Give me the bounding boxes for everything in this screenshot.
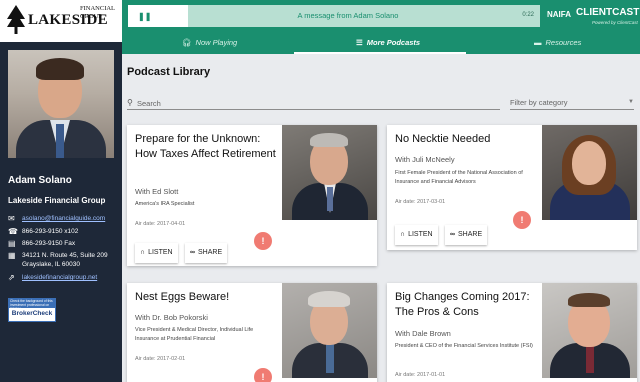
logo-small-text: FINANCIAL GROUP (80, 5, 115, 21)
caret-down-icon: ▼ (628, 99, 634, 105)
logo-small-line1: FINANCIAL (80, 5, 116, 12)
podcast-guest: With Juli McNeely (395, 155, 455, 164)
share-button[interactable]: ∞ SHARE (445, 225, 488, 245)
tab-resources[interactable]: ▬ Resources (534, 34, 581, 54)
nav-tabs: 🎧︎ Now Playing ☰ More Podcasts ▬ Resources (122, 34, 640, 54)
info-button[interactable]: ! (254, 232, 272, 250)
tree-icon (7, 5, 25, 34)
tab-more-podcasts[interactable]: ☰ More Podcasts (356, 34, 420, 54)
podcast-title: Prepare for the Unknown: How Taxes Affec… (135, 133, 276, 160)
podcast-title: Nest Eggs Beware! (135, 291, 230, 303)
share-label: SHARE (458, 231, 483, 238)
pause-icon: ❚❚ (138, 12, 152, 21)
headphones-icon: 🎧︎ (182, 38, 192, 47)
envelope-icon: ✉ (8, 214, 15, 223)
external-link-icon: ⇗ (8, 273, 15, 282)
building-icon: ▦ (8, 251, 16, 260)
email-link[interactable]: asolano@financialguide.com (22, 215, 105, 222)
audio-track[interactable]: A message from Adam Solano 0:22 (188, 5, 540, 27)
advisor-name: Adam Solano (8, 175, 72, 186)
folder-icon: ▬ (534, 38, 542, 47)
guest-photo (542, 125, 637, 220)
fax-icon: ▤ (8, 239, 16, 248)
podcast-guest-desc: America's IRA Specialist (135, 201, 195, 207)
link-icon: ∞ (190, 249, 195, 256)
search-icon: ⚲ (127, 98, 133, 107)
fax-text: 866-293-9150 Fax (22, 240, 76, 247)
guest-photo (542, 283, 637, 378)
track-message: A message from Adam Solano (297, 11, 399, 20)
headphones-icon: ∩ (140, 249, 146, 256)
clientcast-tagline: Powered by ClientCast (592, 20, 638, 25)
podcast-guest-desc: First Female President of the National A… (395, 170, 523, 185)
exclamation-icon: ! (261, 236, 265, 246)
share-button[interactable]: ∞ SHARE (185, 243, 228, 263)
podcast-library: Podcast Library ⚲ Filter by category ▼ P… (122, 54, 640, 382)
podcast-air-date: Air date: 2017-01-01 (395, 372, 446, 378)
list-icon: ☰ (356, 38, 363, 47)
page-title: Podcast Library (127, 66, 211, 78)
listen-label: LISTEN (148, 249, 173, 256)
naifa-logo: NAIFA (547, 10, 571, 19)
tab-now-playing[interactable]: 🎧︎ Now Playing (182, 34, 237, 54)
website-link[interactable]: lakesidefinancialgroup.net (22, 274, 97, 281)
category-filter-placeholder: Filter by category (510, 98, 568, 107)
podcast-card: Big Changes Coming 2017: The Pros & Cons… (387, 283, 637, 382)
guest-photo (282, 283, 377, 378)
share-label: SHARE (198, 249, 223, 256)
broker-check-badge[interactable]: Check the background of this investment … (8, 298, 56, 322)
broker-check-top: Check the background of this investment … (9, 299, 55, 311)
tab-resources-label: Resources (545, 38, 582, 47)
advisor-sidebar: LAKESIDE FINANCIAL GROUP Adam Solano Lak… (0, 0, 122, 382)
exclamation-icon: ! (261, 372, 265, 382)
phone-icon: ☎ (8, 227, 18, 236)
phone-text: 866-293-9150 x102 (22, 228, 79, 235)
info-button[interactable]: ! (254, 368, 272, 382)
broker-check-label: BrokerCheck (11, 310, 53, 317)
listen-label: LISTEN (408, 231, 433, 238)
podcast-card: Prepare for the Unknown: How Taxes Affec… (127, 125, 377, 266)
podcast-card: No Necktie Needed With Juli McNeely Firs… (387, 125, 637, 250)
podcast-guest: With Dr. Bob Pokorski (135, 313, 208, 322)
podcast-card: Nest Eggs Beware! With Dr. Bob Pokorski … (127, 283, 377, 382)
address-line2: Grayslake, IL 60030 (22, 261, 80, 268)
podcast-guest-desc: President & CEO of the Financial Service… (395, 343, 533, 349)
advisor-company: Lakeside Financial Group (8, 196, 106, 205)
info-button[interactable]: ! (513, 211, 531, 229)
listen-button[interactable]: ∩ LISTEN (135, 243, 178, 263)
advisor-photo (8, 50, 114, 158)
category-filter[interactable]: Filter by category ▼ (510, 98, 634, 110)
link-icon: ∞ (450, 231, 455, 238)
podcast-guest: With Dale Brown (395, 329, 451, 338)
clientcast-logo: CLIENTCAST (576, 7, 640, 18)
podcast-air-date: Air date: 2017-03-01 (395, 199, 446, 205)
tab-more-podcasts-label: More Podcasts (366, 38, 421, 47)
podcast-title: No Necktie Needed (395, 133, 491, 145)
podcast-air-date: Air date: 2017-04-01 (135, 221, 186, 227)
search-box[interactable]: ⚲ (127, 98, 500, 110)
track-time: 0:22 (522, 12, 534, 18)
address-line1: 34121 N. Route 45, Suite 209 (22, 252, 108, 259)
podcast-guest: With Ed Slott (135, 187, 179, 196)
player-bar: ❚❚ A message from Adam Solano 0:22 NAIFA… (122, 0, 640, 34)
tab-now-playing-label: Now Playing (195, 38, 238, 47)
search-input[interactable] (137, 98, 487, 109)
guest-photo (282, 125, 377, 220)
exclamation-icon: ! (520, 215, 524, 225)
lakeside-logo: LAKESIDE FINANCIAL GROUP (0, 0, 122, 42)
podcast-guest-desc: Vice President & Medical Director, Indiv… (135, 327, 254, 342)
pause-button[interactable]: ❚❚ (128, 5, 188, 27)
logo-small-line2: GROUP (80, 13, 103, 20)
podcast-title: Big Changes Coming 2017: The Pros & Cons (395, 291, 530, 318)
headphones-icon: ∩ (400, 231, 406, 238)
podcast-air-date: Air date: 2017-02-01 (135, 356, 186, 362)
listen-button[interactable]: ∩ LISTEN (395, 225, 438, 245)
